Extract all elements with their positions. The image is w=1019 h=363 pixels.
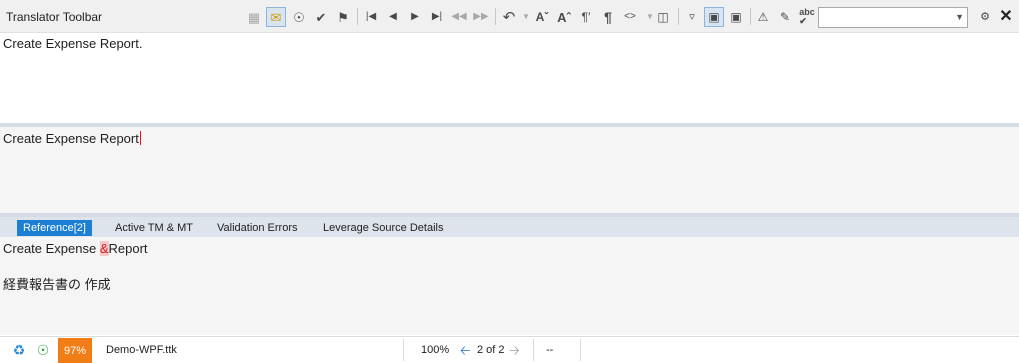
increase-font-icon[interactable]: Aˆ xyxy=(554,7,574,27)
target-segment-text[interactable]: Create Expense Report xyxy=(3,131,141,146)
match-percent-badge: 97% xyxy=(58,338,92,363)
close-icon[interactable]: ✕ xyxy=(996,7,1016,27)
show-formatting-icon[interactable]: ¶′ xyxy=(576,7,596,27)
status-extra: -- xyxy=(546,344,554,356)
previous-unit-icon[interactable]: ◀◀ xyxy=(449,7,469,27)
tag-icon[interactable]: <> xyxy=(620,7,640,27)
source-segment-text: Create Expense Report. xyxy=(3,36,143,51)
reference-translation-line: 経費報告書の 作成 xyxy=(3,277,111,292)
reference-pane: Create Expense &Report 経費報告書の 作成 xyxy=(0,237,1019,335)
target-segment-editor[interactable]: Create Expense Report xyxy=(0,127,1019,213)
status-separator xyxy=(403,339,404,361)
image-icon[interactable]: ▣ xyxy=(704,7,724,27)
translator-toolbar: Translator Toolbar ▦ ✉ ☉ ✔ ⚑ |◀ ◀ ▶ ▶| ◀… xyxy=(0,0,1019,33)
first-segment-icon[interactable]: |◀ xyxy=(361,7,381,27)
tab-active-tm-mt[interactable]: Active TM & MT xyxy=(109,220,199,236)
toolbar-title: Translator Toolbar xyxy=(6,10,103,24)
tab-validation-errors[interactable]: Validation Errors xyxy=(211,220,304,236)
status-bar: ♻ ☉ 97% Demo-WPF.ttk 100% 🡠 2 of 2 🡢 -- xyxy=(0,336,1019,363)
reference-text-before: Create Expense xyxy=(3,241,100,256)
previous-segment-icon[interactable]: ◀ xyxy=(383,7,403,27)
zoom-level: 100% xyxy=(421,344,450,356)
recycle-icon[interactable]: ♻ xyxy=(10,341,28,359)
file-name: Demo-WPF.ttk xyxy=(106,344,177,356)
next-arrow-icon[interactable]: 🡢 xyxy=(509,342,520,363)
filter-icon[interactable]: ▿ xyxy=(682,7,702,27)
status-separator xyxy=(580,339,581,361)
warning-icon[interactable]: ⚠ xyxy=(753,7,773,27)
toolbar-separator xyxy=(678,8,679,25)
previous-arrow-icon[interactable]: 🡠 xyxy=(460,342,471,363)
eye-icon[interactable]: ☉ xyxy=(289,7,309,27)
hotkey-marker: & xyxy=(99,241,109,256)
reference-source-line: Create Expense &Report xyxy=(3,241,148,256)
decrease-font-icon[interactable]: Aˇ xyxy=(532,7,552,27)
tab-leverage-source-details[interactable]: Leverage Source Details xyxy=(317,220,449,236)
last-segment-icon[interactable]: ▶| xyxy=(427,7,447,27)
reference-text-after: Report xyxy=(108,241,148,256)
source-segment-pane: Create Expense Report. xyxy=(0,33,1019,123)
next-segment-icon[interactable]: ▶ xyxy=(405,7,425,27)
download-eye-icon[interactable]: ☉ xyxy=(34,341,52,359)
tab-reference[interactable]: Reference[2] xyxy=(17,220,92,236)
text-caret xyxy=(139,131,141,145)
edit-flag-icon[interactable]: ✎ xyxy=(775,7,795,27)
toolbar-separator xyxy=(495,8,496,25)
copy-source-icon[interactable]: ◫ xyxy=(653,7,673,27)
image-alt-icon[interactable]: ▣ xyxy=(726,7,746,27)
pilcrow-icon[interactable]: ¶ xyxy=(598,7,618,27)
status-separator xyxy=(533,339,534,361)
lock-icon[interactable]: ▦ xyxy=(244,7,264,27)
chevron-down-icon[interactable]: ▼ xyxy=(955,12,964,22)
toolbar-separator xyxy=(750,8,751,25)
check-icon[interactable]: ✔ xyxy=(311,7,331,27)
pin-icon[interactable]: ⚙ xyxy=(975,7,995,27)
spellcheck-icon[interactable]: abc ✔ xyxy=(797,7,817,27)
toolbar-search-combo[interactable]: ▼ xyxy=(818,7,968,28)
reference-tab-bar: Reference[2] Active TM & MT Validation E… xyxy=(0,217,1019,237)
flag-icon[interactable]: ⚑ xyxy=(333,7,353,27)
segment-position: 2 of 2 xyxy=(477,344,505,356)
target-text[interactable]: Create Expense Report xyxy=(3,131,139,146)
mail-icon[interactable]: ✉ xyxy=(266,7,286,27)
next-unit-icon[interactable]: ▶▶ xyxy=(471,7,491,27)
toolbar-separator xyxy=(357,8,358,25)
